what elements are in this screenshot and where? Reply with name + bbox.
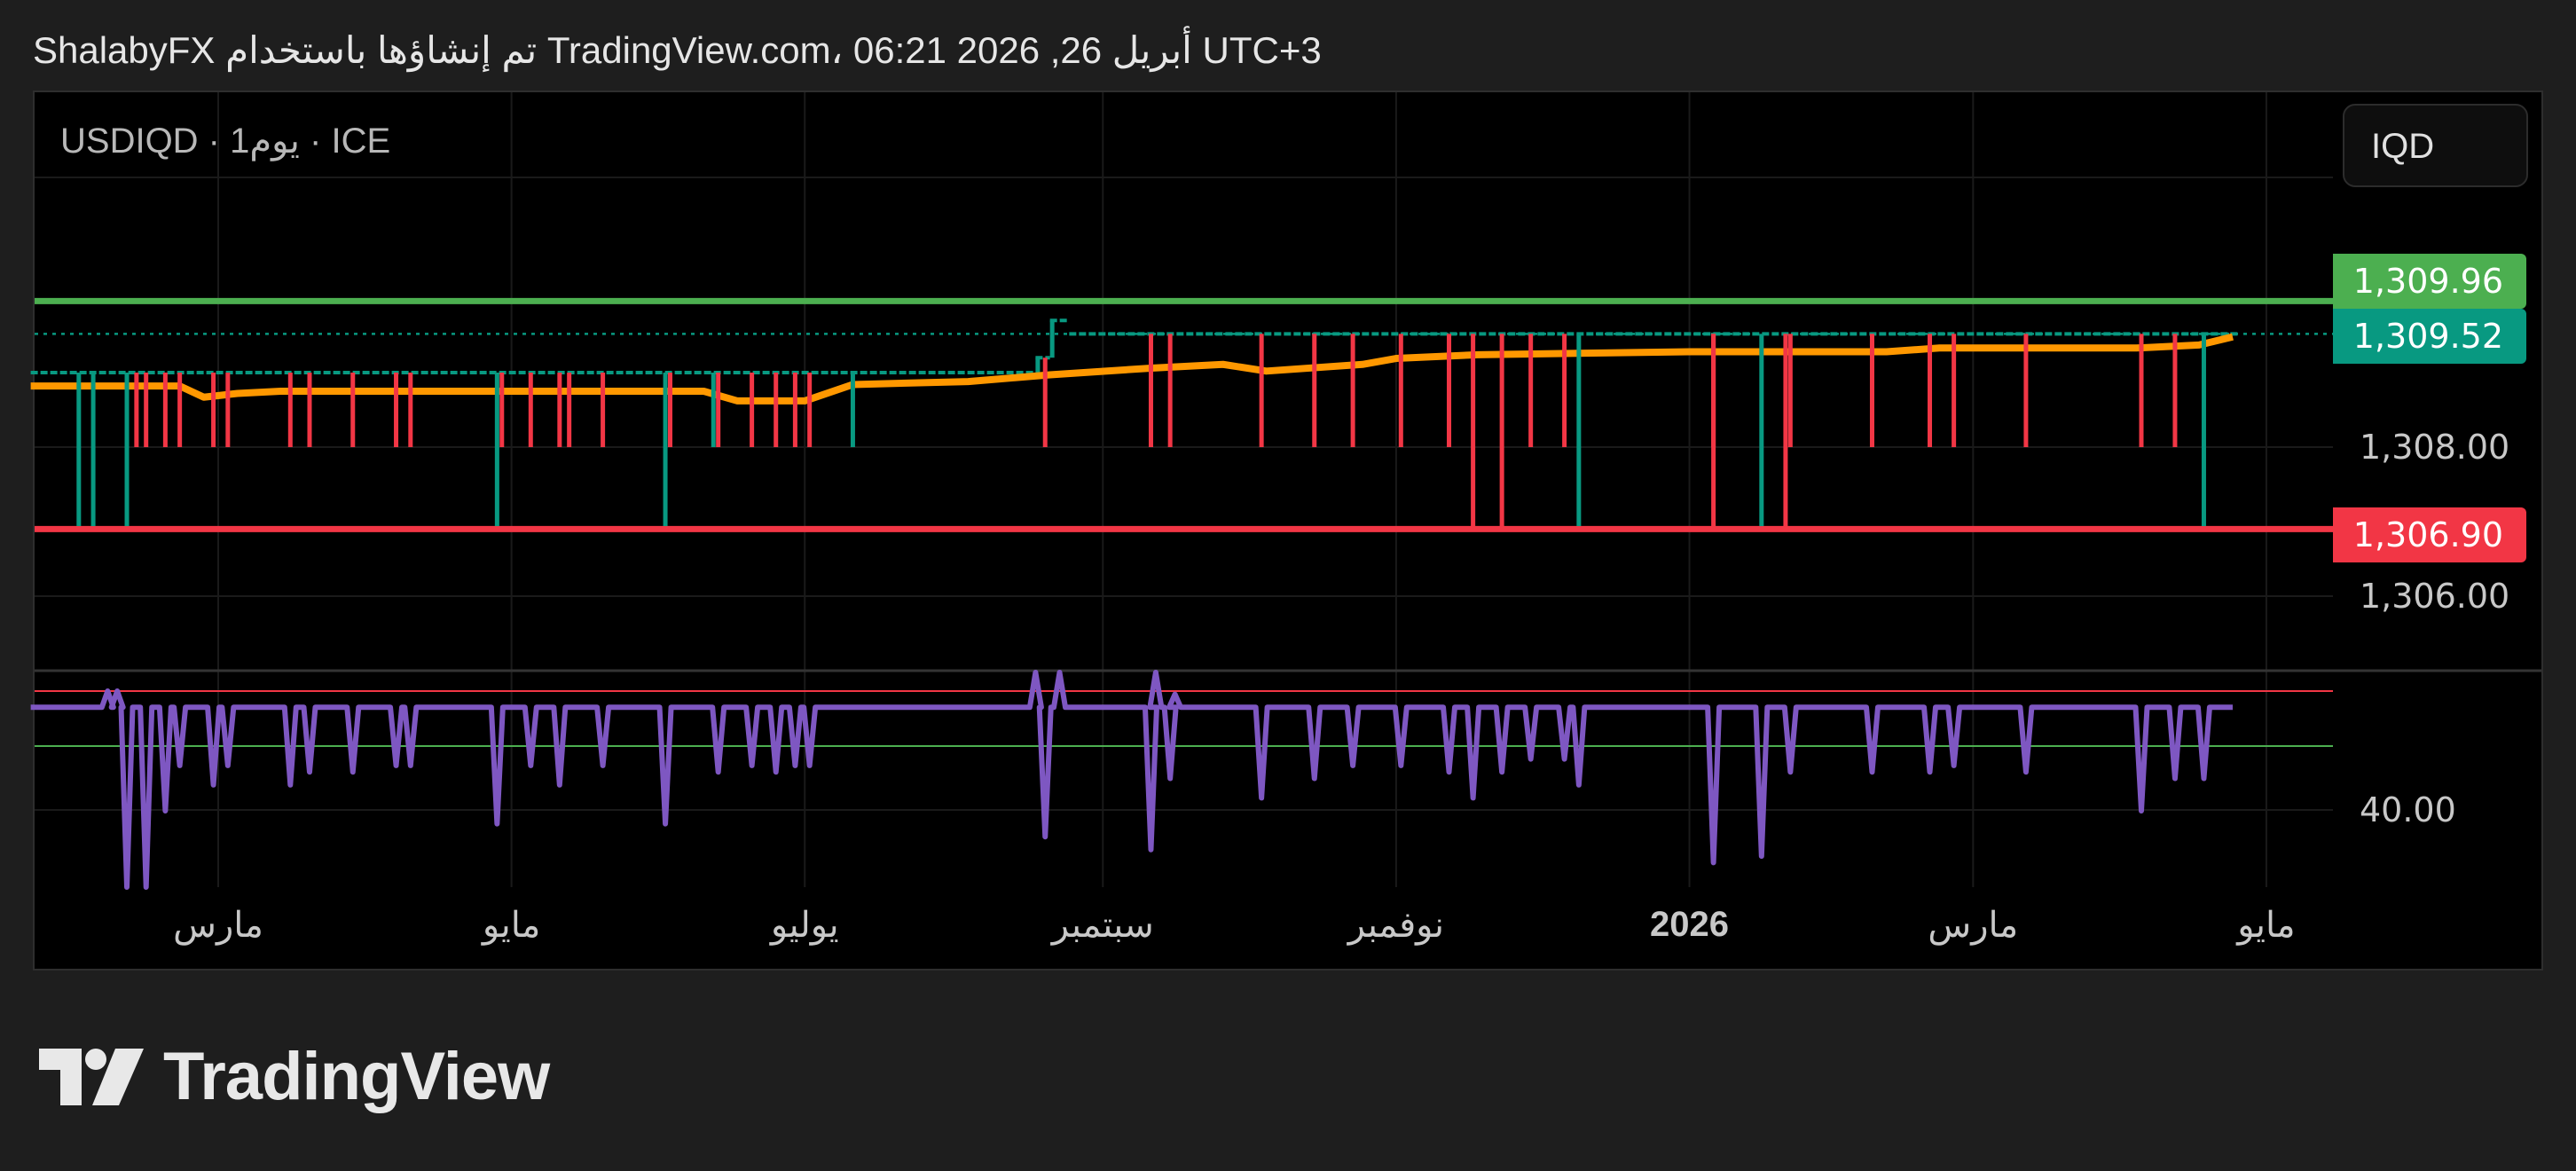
tradingview-logo[interactable]: TradingView [39, 1038, 550, 1115]
time-axis-label: مارس [1928, 906, 2019, 945]
bearish-candle-wick [1783, 334, 1788, 527]
bullish-candle-wick [711, 373, 716, 447]
bearish-candle-wick [716, 373, 721, 447]
bearish-candle-wick [1528, 334, 1534, 447]
moving-average-line [30, 333, 2234, 405]
bullish-candle-wick [663, 373, 668, 527]
bearish-candle-wick [1042, 358, 1048, 447]
bullish-candle-wick [850, 373, 855, 447]
bearish-candle-wick [394, 373, 399, 447]
rsi-line [30, 670, 2233, 890]
bearish-candle-wick [1350, 334, 1355, 447]
price-axis-label: 1,306.00 [2360, 577, 2510, 616]
bearish-candle-wick [211, 373, 216, 447]
bearish-candle-wick [2172, 334, 2178, 447]
chart-canvas[interactable] [0, 0, 2576, 1171]
bearish-candle-wick [134, 373, 139, 447]
bearish-candle-wick [307, 373, 312, 447]
bullish-candle-wick [124, 373, 130, 527]
bullish-candle-wick [494, 373, 499, 527]
rsi-axis-label: 40.00 [2360, 790, 2456, 829]
bearish-candle-wick [144, 373, 149, 447]
tradingview-logo-icon [39, 1048, 144, 1105]
bearish-candle-wick [1259, 334, 1264, 447]
bearish-candle-wick [408, 373, 413, 447]
time-axis-label: مايو [482, 906, 541, 945]
last-price-label: 1,309.52 [2333, 309, 2526, 364]
bearish-candle-wick [774, 373, 779, 447]
time-axis-label: 2026 [1650, 905, 1730, 944]
bullish-candle-wick [90, 373, 96, 527]
bearish-candle-wick [162, 373, 168, 447]
logo-text: TradingView [163, 1039, 550, 1114]
bearish-candle-wick [750, 373, 755, 447]
bearish-candle-wick [1398, 334, 1403, 447]
time-axis-label: مايو [2237, 906, 2296, 945]
exchange-text: · ICE [299, 122, 391, 161]
candle [1049, 320, 1055, 358]
time-axis-label: نوفمبر [1347, 906, 1444, 945]
bearish-candle-wick [557, 373, 562, 447]
high-level-label: 1,309.96 [2333, 254, 2526, 309]
bearish-candle-wick [528, 373, 533, 447]
bearish-candle-wick [1952, 334, 1957, 447]
bearish-candle-wick [807, 373, 813, 447]
time-axis-label: مارس [173, 906, 263, 945]
candle [1035, 358, 1041, 373]
bearish-candle-wick [567, 373, 572, 447]
bullish-candle-wick [2201, 334, 2206, 527]
bearish-candle-wick [1787, 334, 1793, 447]
bearish-candle-wick [1711, 334, 1716, 527]
symbol-legend: USDIQD · 1يوم · ICE [60, 121, 390, 161]
bearish-candle-wick [1562, 334, 1567, 447]
low-level-label: 1,306.90 [2333, 507, 2526, 562]
bullish-candle-wick [1576, 334, 1582, 527]
bearish-candle-wick [667, 373, 672, 447]
bearish-candle-wick [1167, 334, 1173, 447]
bearish-candle-wick [225, 373, 231, 447]
bullish-candle-wick [1759, 334, 1764, 527]
price-axis-label: 1,308.00 [2360, 428, 2510, 467]
time-axis-label: سبتمبر [1051, 906, 1154, 945]
bearish-candle-wick [1471, 334, 1476, 527]
bearish-candle-wick [177, 373, 183, 447]
bearish-candle-wick [2139, 334, 2144, 447]
bearish-candle-wick [350, 373, 356, 447]
bearish-candle-wick [601, 373, 606, 447]
interval-text: يوم [249, 122, 300, 161]
bearish-candle-wick [287, 373, 293, 447]
bearish-candle-wick [1869, 334, 1874, 447]
bearish-candle-wick [1447, 334, 1452, 447]
bullish-candle-wick [76, 373, 82, 527]
time-axis-label: يوليو [770, 906, 839, 945]
bearish-candle-wick [1312, 334, 1317, 447]
symbol-text: USDIQD · 1 [60, 122, 250, 161]
currency-button[interactable]: IQD [2343, 104, 2528, 187]
bearish-candle-wick [792, 373, 797, 447]
bearish-candle-wick [499, 373, 505, 447]
bearish-candle-wick [1148, 334, 1153, 447]
bearish-candle-wick [1499, 334, 1504, 527]
bearish-candle-wick [2023, 334, 2029, 447]
bearish-candle-wick [1928, 334, 1933, 447]
